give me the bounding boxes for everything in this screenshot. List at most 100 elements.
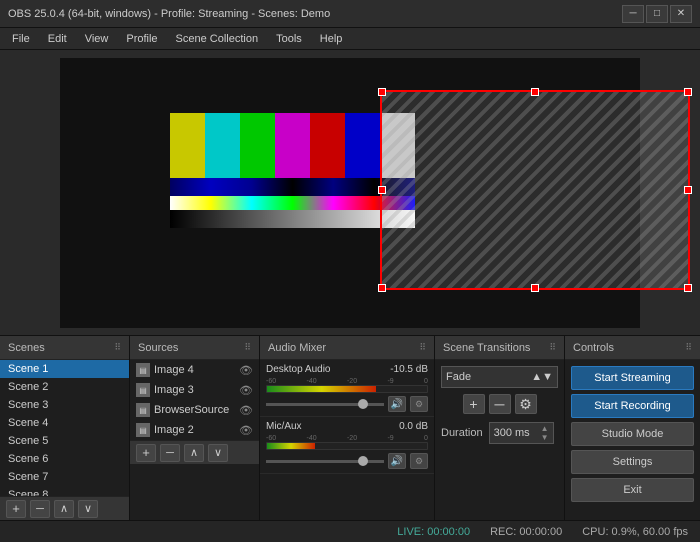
source-icon: ▤ bbox=[136, 363, 150, 377]
color-bar bbox=[170, 113, 205, 178]
controls-header: Controls ⠿ bbox=[565, 336, 700, 360]
source-item[interactable]: ▤ BrowserSource 👁 bbox=[130, 400, 259, 420]
color-bar bbox=[345, 113, 380, 178]
menu-item-scene-collection[interactable]: Scene Collection bbox=[168, 31, 267, 47]
duration-label: Duration bbox=[441, 427, 483, 439]
desktop-audio-db: -10.5 dB bbox=[390, 364, 428, 375]
audio-drag-icon: ⠿ bbox=[419, 342, 426, 353]
controls-panel: Controls ⠿ Start Streaming Start Recordi… bbox=[565, 336, 700, 520]
rec-status: REC: 00:00:00 bbox=[490, 526, 562, 538]
start-recording-button[interactable]: Start Recording bbox=[571, 394, 694, 418]
duration-value: 300 ms bbox=[494, 427, 530, 439]
settings-button[interactable]: Settings bbox=[571, 450, 694, 474]
transition-select[interactable]: Fade ▲▼ bbox=[441, 366, 558, 388]
mic-settings-button[interactable]: ⚙ bbox=[410, 453, 428, 469]
bottom-panels: Scenes ⠿ Scene 1Scene 2Scene 3Scene 4Sce… bbox=[0, 335, 700, 520]
scenes-add-button[interactable]: + bbox=[6, 500, 26, 518]
source-visibility-icon[interactable]: 👁 bbox=[239, 364, 253, 377]
close-button[interactable]: ✕ bbox=[670, 5, 692, 23]
sources-drag-icon: ⠿ bbox=[244, 342, 251, 353]
sources-remove-button[interactable]: ─ bbox=[160, 444, 180, 462]
scene-transitions-panel: Scene Transitions ⠿ Fade ▲▼ + ─ ⚙ Durati… bbox=[435, 336, 565, 520]
hatch-overlay bbox=[380, 90, 690, 290]
scene-item[interactable]: Scene 3 bbox=[0, 396, 129, 414]
color-bar bbox=[275, 113, 310, 178]
source-item[interactable]: ▤ Image 2 👁 bbox=[130, 420, 259, 440]
source-name: Image 3 bbox=[154, 384, 194, 396]
source-item[interactable]: ▤ Image 3 👁 bbox=[130, 380, 259, 400]
transitions-header: Scene Transitions ⠿ bbox=[435, 336, 564, 360]
scene-item[interactable]: Scene 2 bbox=[0, 378, 129, 396]
scene-item[interactable]: Scene 4 bbox=[0, 414, 129, 432]
menu-item-file[interactable]: File bbox=[4, 31, 38, 47]
color-bar bbox=[240, 113, 275, 178]
desktop-audio-controls: 🔊 ⚙ bbox=[266, 396, 428, 412]
minimize-button[interactable]: ─ bbox=[622, 5, 644, 23]
source-visibility-icon[interactable]: 👁 bbox=[239, 404, 253, 417]
color-bar bbox=[310, 113, 345, 178]
bars-main bbox=[170, 113, 415, 178]
mic-volume-slider[interactable] bbox=[266, 460, 384, 463]
transition-settings-button[interactable]: ⚙ bbox=[515, 394, 537, 414]
window-title: OBS 25.0.4 (64-bit, windows) - Profile: … bbox=[8, 8, 622, 20]
start-streaming-button[interactable]: Start Streaming bbox=[571, 366, 694, 390]
source-name: Image 4 bbox=[154, 364, 194, 376]
mic-aux-db: 0.0 dB bbox=[399, 421, 428, 432]
source-visibility-icon[interactable]: 👁 bbox=[239, 424, 253, 437]
scenes-down-button[interactable]: ∨ bbox=[78, 500, 98, 518]
controls-title: Controls bbox=[573, 342, 614, 354]
controls-content: Start Streaming Start Recording Studio M… bbox=[565, 360, 700, 508]
scene-item[interactable]: Scene 5 bbox=[0, 432, 129, 450]
scene-item[interactable]: Scene 6 bbox=[0, 450, 129, 468]
menu-item-tools[interactable]: Tools bbox=[268, 31, 310, 47]
mic-slider-knob[interactable] bbox=[358, 456, 368, 466]
duration-up-arrow[interactable]: ▲ bbox=[541, 425, 549, 433]
menu-item-edit[interactable]: Edit bbox=[40, 31, 75, 47]
transition-add-button[interactable]: + bbox=[463, 394, 485, 414]
mic-aux-header: Mic/Aux 0.0 dB bbox=[266, 421, 428, 432]
status-bar: LIVE: 00:00:00 REC: 00:00:00 CPU: 0.9%, … bbox=[0, 520, 700, 542]
color-bar bbox=[205, 113, 240, 178]
transition-dropdown-icon: ▲▼ bbox=[531, 371, 553, 383]
scene-item[interactable]: Scene 1 bbox=[0, 360, 129, 378]
scenes-remove-button[interactable]: ─ bbox=[30, 500, 50, 518]
source-visibility-icon[interactable]: 👁 bbox=[239, 384, 253, 397]
menu-item-help[interactable]: Help bbox=[312, 31, 351, 47]
maximize-button[interactable]: □ bbox=[646, 5, 668, 23]
menu-item-profile[interactable]: Profile bbox=[118, 31, 165, 47]
scenes-panel: Scenes ⠿ Scene 1Scene 2Scene 3Scene 4Sce… bbox=[0, 336, 130, 520]
sources-title: Sources bbox=[138, 342, 178, 354]
exit-button[interactable]: Exit bbox=[571, 478, 694, 502]
duration-down-arrow[interactable]: ▼ bbox=[541, 434, 549, 442]
scene-item[interactable]: Scene 7 bbox=[0, 468, 129, 486]
mic-aux-track: Mic/Aux 0.0 dB -60-40-20-90 🔊 ⚙ bbox=[260, 417, 434, 474]
desktop-audio-label: Desktop Audio bbox=[266, 364, 331, 375]
scene-item[interactable]: Scene 8 bbox=[0, 486, 129, 496]
audio-tracks-container: Desktop Audio -10.5 dB -60-40-20-90 🔊 ⚙ bbox=[260, 360, 434, 520]
transition-remove-button[interactable]: ─ bbox=[489, 394, 511, 414]
live-status: LIVE: 00:00:00 bbox=[397, 526, 470, 538]
desktop-slider-knob[interactable] bbox=[358, 399, 368, 409]
transition-value: Fade bbox=[446, 371, 471, 383]
desktop-audio-fill bbox=[267, 386, 376, 392]
source-icon: ▤ bbox=[136, 383, 150, 397]
desktop-settings-button[interactable]: ⚙ bbox=[410, 396, 428, 412]
studio-mode-button[interactable]: Studio Mode bbox=[571, 422, 694, 446]
sources-add-button[interactable]: + bbox=[136, 444, 156, 462]
desktop-mute-button[interactable]: 🔊 bbox=[388, 396, 406, 412]
scenes-header: Scenes ⠿ bbox=[0, 336, 129, 360]
desktop-audio-header: Desktop Audio -10.5 dB bbox=[266, 364, 428, 375]
sources-up-button[interactable]: ∧ bbox=[184, 444, 204, 462]
desktop-volume-slider[interactable] bbox=[266, 403, 384, 406]
sources-down-button[interactable]: ∨ bbox=[208, 444, 228, 462]
mic-aux-fill bbox=[267, 443, 315, 449]
duration-arrows: ▲ ▼ bbox=[541, 425, 549, 442]
duration-input[interactable]: 300 ms ▲ ▼ bbox=[489, 422, 554, 444]
menu-item-view[interactable]: View bbox=[77, 31, 117, 47]
scenes-up-button[interactable]: ∧ bbox=[54, 500, 74, 518]
mic-aux-label: Mic/Aux bbox=[266, 421, 302, 432]
mic-mute-button[interactable]: 🔊 bbox=[388, 453, 406, 469]
window-controls: ─ □ ✕ bbox=[622, 5, 692, 23]
transitions-title: Scene Transitions bbox=[443, 342, 530, 354]
source-item[interactable]: ▤ Image 4 👁 bbox=[130, 360, 259, 380]
